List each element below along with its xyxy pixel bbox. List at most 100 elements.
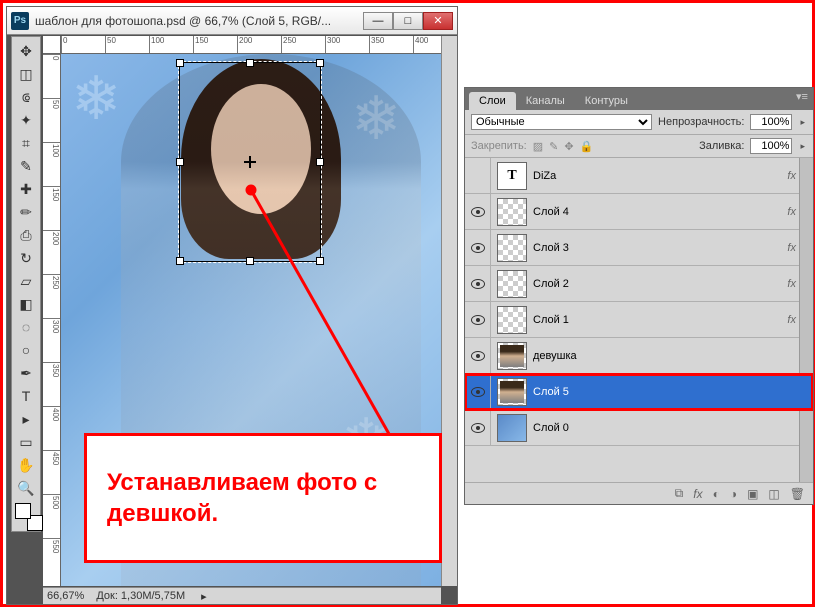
fill-arrow[interactable]: ▸ <box>798 141 807 152</box>
layer-name[interactable]: Слой 0 <box>533 422 809 434</box>
layer-fx-badge[interactable]: fx <box>787 242 796 254</box>
layer-thumbnail[interactable] <box>497 306 527 334</box>
tool-rectangle[interactable]: ▭ <box>13 431 39 453</box>
tool-zoom[interactable]: 🔍 <box>13 477 39 499</box>
color-swatch[interactable] <box>15 503 37 525</box>
layer-thumbnail[interactable] <box>497 414 527 442</box>
tool-crop[interactable]: ⌗ <box>13 132 39 154</box>
layer-row-6[interactable]: Слой 5 <box>465 374 813 410</box>
link-layers-icon[interactable]: ⧉ <box>675 486 684 501</box>
opacity-input[interactable] <box>750 114 792 130</box>
layer-scrollbar[interactable] <box>799 158 813 482</box>
layer-mask-icon[interactable]: ◐ <box>713 487 720 501</box>
tool-healing[interactable]: ✚ <box>13 178 39 200</box>
tool-stamp[interactable]: ⎙ <box>13 224 39 246</box>
layer-name[interactable]: Слой 2 <box>533 278 787 290</box>
eye-icon <box>471 279 485 289</box>
layer-fx-icon[interactable]: fx <box>693 487 702 501</box>
layer-name[interactable]: Слой 3 <box>533 242 787 254</box>
handle-mr[interactable] <box>316 158 324 166</box>
tool-blur[interactable]: ◌ <box>13 316 39 338</box>
tab-channels[interactable]: Каналы <box>516 92 575 110</box>
layer-row-5[interactable]: девушка <box>465 338 813 374</box>
close-button[interactable]: ✕ <box>423 12 453 30</box>
layer-thumbnail[interactable] <box>497 198 527 226</box>
layer-name[interactable]: DiZa <box>533 170 787 182</box>
tool-dodge[interactable]: ○ <box>13 339 39 361</box>
handle-tm[interactable] <box>246 59 254 67</box>
tool-eraser[interactable]: ▱ <box>13 270 39 292</box>
visibility-toggle[interactable] <box>465 194 491 229</box>
titlebar[interactable]: Ps шаблон для фотошопа.psd @ 66,7% (Слой… <box>7 7 457 35</box>
tool-marquee[interactable]: ◫ <box>13 63 39 85</box>
transform-selection[interactable] <box>179 62 321 262</box>
layer-fx-badge[interactable]: fx <box>787 170 796 182</box>
visibility-toggle[interactable] <box>465 266 491 301</box>
handle-tl[interactable] <box>176 59 184 67</box>
transform-center[interactable] <box>244 156 256 168</box>
tool-wand[interactable]: ✦ <box>13 109 39 131</box>
layer-row-1[interactable]: Слой 4fx▾ <box>465 194 813 230</box>
opacity-arrow[interactable]: ▸ <box>798 117 807 128</box>
visibility-toggle[interactable] <box>465 338 491 373</box>
visibility-toggle[interactable] <box>465 410 491 445</box>
layer-thumbnail[interactable]: T <box>497 162 527 190</box>
tool-type[interactable]: T <box>13 385 39 407</box>
lock-position-icon[interactable]: ✥ <box>564 140 573 153</box>
tool-path-select[interactable]: ▸ <box>13 408 39 430</box>
fill-input[interactable] <box>750 138 792 154</box>
lock-transparency-icon[interactable]: ▨ <box>533 140 543 153</box>
tool-eyedropper[interactable]: ✎ <box>13 155 39 177</box>
zoom-level[interactable]: 66,67% <box>47 590 84 602</box>
lock-all-icon[interactable]: 🔒 <box>580 140 594 153</box>
blend-mode-select[interactable]: Обычные <box>471 114 652 130</box>
minimize-button[interactable]: ― <box>363 12 393 30</box>
visibility-toggle[interactable] <box>465 302 491 337</box>
lock-pixels-icon[interactable]: ✎ <box>549 140 558 153</box>
tab-layers[interactable]: Слои <box>469 92 516 110</box>
tab-paths[interactable]: Контуры <box>575 92 638 110</box>
scrollbar-vertical[interactable] <box>441 36 457 586</box>
toolbox: ✥ ◫ ⟃ ✦ ⌗ ✎ ✚ ✏ ⎙ ↻ ▱ ◧ ◌ ○ ✒ T ▸ ▭ ✋ 🔍 <box>11 36 41 532</box>
visibility-toggle[interactable] <box>465 374 491 409</box>
layer-fx-badge[interactable]: fx <box>787 206 796 218</box>
layer-thumbnail[interactable] <box>497 270 527 298</box>
layer-thumbnail[interactable] <box>497 342 527 370</box>
tool-brush[interactable]: ✏ <box>13 201 39 223</box>
layer-name[interactable]: Слой 1 <box>533 314 787 326</box>
tool-history-brush[interactable]: ↻ <box>13 247 39 269</box>
layer-name[interactable]: Слой 4 <box>533 206 787 218</box>
ruler-vertical[interactable]: 050100150200250300350400450500550 <box>43 54 61 586</box>
layer-name[interactable]: девушка <box>533 350 809 362</box>
lock-label: Закрепить: <box>471 140 527 152</box>
tool-move[interactable]: ✥ <box>13 40 39 62</box>
panel-menu-button[interactable]: ▾≡ <box>793 90 811 106</box>
tool-lasso[interactable]: ⟃ <box>13 86 39 108</box>
layer-group-icon[interactable]: ▣ <box>747 487 758 501</box>
layer-row-2[interactable]: Слой 3fx▾ <box>465 230 813 266</box>
tool-hand[interactable]: ✋ <box>13 454 39 476</box>
handle-tr[interactable] <box>316 59 324 67</box>
layer-fx-badge[interactable]: fx <box>787 278 796 290</box>
layer-fx-badge[interactable]: fx <box>787 314 796 326</box>
layer-name[interactable]: Слой 5 <box>533 386 809 398</box>
layer-row-7[interactable]: Слой 0 <box>465 410 813 446</box>
handle-br[interactable] <box>316 257 324 265</box>
visibility-toggle[interactable] <box>465 158 491 193</box>
delete-layer-icon[interactable]: 🗑 <box>790 487 805 501</box>
layer-thumbnail[interactable] <box>497 234 527 262</box>
adjustment-layer-icon[interactable]: ◑ <box>730 487 737 501</box>
tool-gradient[interactable]: ◧ <box>13 293 39 315</box>
ruler-horizontal[interactable]: 050100150200250300350400 <box>61 36 441 54</box>
maximize-button[interactable]: □ <box>393 12 423 30</box>
new-layer-icon[interactable]: ◫ <box>768 487 779 501</box>
layer-row-0[interactable]: TDiZafx▾ <box>465 158 813 194</box>
layer-thumbnail[interactable] <box>497 378 527 406</box>
layer-row-3[interactable]: Слой 2fx▾ <box>465 266 813 302</box>
tool-pen[interactable]: ✒ <box>13 362 39 384</box>
layer-row-4[interactable]: Слой 1fx▾ <box>465 302 813 338</box>
handle-ml[interactable] <box>176 158 184 166</box>
handle-bm[interactable] <box>246 257 254 265</box>
visibility-toggle[interactable] <box>465 230 491 265</box>
handle-bl[interactable] <box>176 257 184 265</box>
